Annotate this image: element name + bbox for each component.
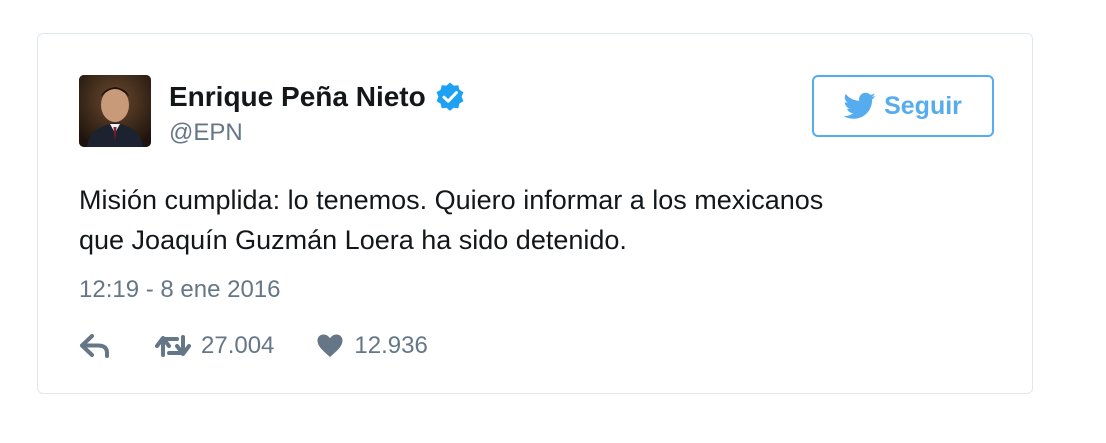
like-button[interactable]: 12.936 xyxy=(316,331,428,361)
follow-button[interactable]: Seguir xyxy=(812,75,994,137)
avatar[interactable] xyxy=(79,75,151,147)
follow-label: Seguir xyxy=(884,91,962,120)
reply-button[interactable] xyxy=(79,333,111,359)
tweet-text-line: Misión cumplida: lo tenemos. Quiero info… xyxy=(79,185,824,215)
author-handle[interactable]: @EPN xyxy=(169,118,243,148)
author-name[interactable]: Enrique Peña Nieto xyxy=(169,81,426,113)
reply-icon xyxy=(79,333,111,359)
retweet-icon xyxy=(155,333,191,359)
author-row: Enrique Peña Nieto xyxy=(169,81,466,113)
retweet-count: 27.004 xyxy=(201,332,275,359)
verified-badge-icon xyxy=(434,81,466,113)
tweet-actions: 27.004 12.936 xyxy=(79,331,470,361)
tweet-text-line: que Joaquín Guzmán Loera ha sido detenid… xyxy=(79,225,627,255)
tweet-text: Misión cumplida: lo tenemos. Quiero info… xyxy=(79,180,979,260)
heart-icon xyxy=(316,333,344,359)
twitter-bird-icon xyxy=(843,92,876,120)
tweet-card: Enrique Peña Nieto @EPN Seguir Misión cu… xyxy=(37,33,1033,394)
tweet-timestamp[interactable]: 12:19 - 8 ene 2016 xyxy=(79,275,281,305)
retweet-button[interactable]: 27.004 xyxy=(155,331,274,361)
like-count: 12.936 xyxy=(354,332,428,359)
